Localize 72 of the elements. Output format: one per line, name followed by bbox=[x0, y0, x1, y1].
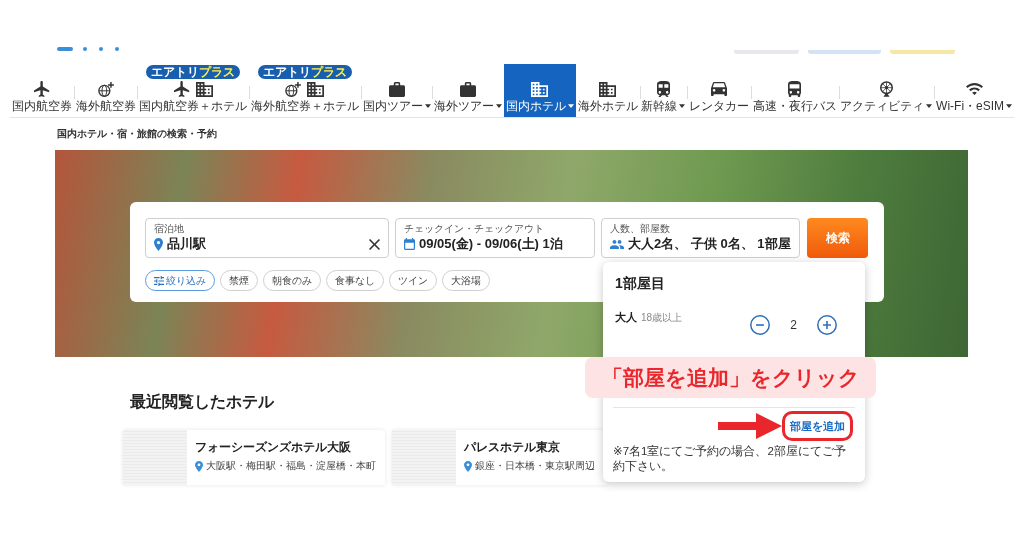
nav-tab[interactable]: エアトリ プラス 海外航空券＋ホテル bbox=[249, 64, 361, 117]
plus-icon[interactable] bbox=[817, 315, 837, 335]
nav-tab[interactable]: アクティビティ bbox=[838, 64, 935, 117]
nav-tab[interactable]: 新幹線 bbox=[639, 64, 688, 117]
nav-tab[interactable]: 海外ツアー bbox=[432, 64, 505, 117]
nav-tab[interactable]: Wi-Fi・eSIM bbox=[934, 64, 1014, 117]
room-title: 1部屋目 bbox=[614, 274, 666, 292]
promo-badge: エアトリ プラス bbox=[146, 65, 241, 79]
filter-chip[interactable]: 大浴場 bbox=[442, 270, 490, 291]
count-value: 2 bbox=[789, 318, 798, 332]
guest-type-label: 大人 bbox=[615, 310, 637, 324]
calendar-icon bbox=[404, 238, 415, 250]
field-value: 品川駅 bbox=[167, 235, 207, 253]
age-hint: 18歳以上 bbox=[641, 311, 683, 325]
nav-tab[interactable]: エアトリ プラス 国内航空券＋ホテル bbox=[137, 64, 250, 117]
add-room-link[interactable]: 部屋を追加 bbox=[790, 419, 845, 433]
hotel-area: 銀座・日本橋・東京駅周辺 bbox=[475, 460, 595, 472]
date-field[interactable]: チェックイン・チェックアウト 09/05(金) - 09/06(土) 1泊 bbox=[395, 218, 595, 258]
globe-plus-icon bbox=[285, 81, 302, 97]
briefcase-icon bbox=[388, 81, 405, 97]
plane-icon bbox=[173, 81, 190, 97]
globe-plus-icon bbox=[97, 81, 114, 97]
minus-icon[interactable] bbox=[750, 315, 770, 335]
field-label: 人数、部屋数 bbox=[610, 222, 671, 235]
building-icon bbox=[599, 81, 617, 97]
close-icon[interactable] bbox=[369, 238, 380, 250]
breadcrumb: 国内ホテル・宿・旅館の検索・予約 bbox=[57, 127, 217, 141]
filter-chip[interactable]: 禁煙 bbox=[220, 270, 258, 291]
filter-icon bbox=[154, 275, 164, 286]
field-label: 宿泊地 bbox=[154, 222, 185, 235]
field-value: 09/05(金) - 09/06(土) 1泊 bbox=[419, 235, 564, 253]
nav-tab[interactable]: レンタカー bbox=[687, 64, 751, 117]
hotel-card[interactable]: パレスホテル東京 銀座・日本橋・東京駅周辺 bbox=[392, 430, 607, 485]
ferris-wheel-icon bbox=[879, 81, 893, 97]
pin-icon bbox=[464, 460, 472, 472]
briefcase-icon bbox=[460, 81, 477, 97]
nav-tab[interactable]: 海外ホテル bbox=[575, 64, 640, 117]
field-label: チェックイン・チェックアウト bbox=[404, 222, 545, 235]
annotation-callout: 「部屋を追加」をクリック bbox=[585, 357, 876, 398]
bus-icon bbox=[788, 81, 802, 97]
filter-chip[interactable]: ツイン bbox=[389, 270, 437, 291]
filter-chip[interactable]: 朝食のみ bbox=[263, 270, 321, 291]
hotel-area: 大阪駅・梅田駅・福島・淀屋橋・本町 bbox=[206, 460, 376, 472]
highlight-ring bbox=[782, 411, 853, 441]
hotel-card[interactable]: フォーシーズンズホテル大阪 大阪駅・梅田駅・福島・淀屋橋・本町 bbox=[123, 430, 385, 485]
promo-badge: エアトリ プラス bbox=[257, 65, 352, 79]
building-icon bbox=[307, 81, 325, 97]
filter-button[interactable]: 絞り込み bbox=[145, 270, 215, 291]
car-icon bbox=[711, 82, 728, 96]
train-icon bbox=[656, 81, 670, 97]
field-value: 大人2名、 子供 0名、 1部屋 bbox=[628, 235, 791, 253]
nav-tab[interactable]: 国内ホテル bbox=[504, 64, 576, 117]
nav-tab[interactable]: 海外航空券 bbox=[73, 64, 138, 117]
nav-tab[interactable]: 国内航空券 bbox=[10, 64, 74, 117]
pin-icon bbox=[195, 460, 203, 472]
pin-icon bbox=[154, 237, 163, 251]
section-title: 最近閲覧したホテル bbox=[130, 392, 274, 412]
hotel-name: フォーシーズンズホテル大阪 bbox=[195, 440, 352, 455]
building-icon bbox=[195, 81, 213, 97]
plane-icon bbox=[33, 81, 50, 97]
nav-tab[interactable]: 高速・夜行バス bbox=[750, 64, 839, 117]
filter-chip[interactable]: 食事なし bbox=[326, 270, 384, 291]
nav-tab[interactable]: 国内ツアー bbox=[360, 64, 433, 117]
location-field[interactable]: 宿泊地 品川駅 bbox=[145, 218, 389, 258]
logo-drawing bbox=[57, 46, 119, 52]
people-icon bbox=[610, 239, 624, 249]
hotel-name: パレスホテル東京 bbox=[464, 440, 561, 455]
pointer-arrow bbox=[718, 413, 782, 439]
note-text: ※7名1室にてご予約の場合、2部屋にてご予約下さい。 bbox=[613, 444, 847, 474]
wifi-icon bbox=[965, 83, 983, 95]
guests-field[interactable]: 人数、部屋数 大人2名、 子供 0名、 1部屋 bbox=[601, 218, 800, 258]
building-icon bbox=[531, 81, 549, 97]
